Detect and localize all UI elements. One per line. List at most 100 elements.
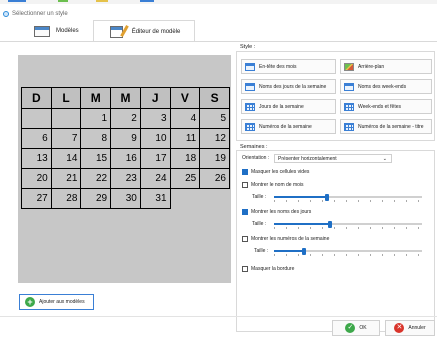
day-cell: 14 <box>50 148 82 169</box>
calendar-week-row: 12345 <box>21 108 230 129</box>
day-cell: 12 <box>199 128 230 149</box>
week-numbers-size-label: Taille : <box>254 248 269 254</box>
week-numbers-title-button[interactable]: Numéros de la semaine - titre <box>340 119 432 134</box>
weekday-header: V <box>169 87 201 109</box>
weekdays-button[interactable]: Jours de la semaine <box>241 99 336 114</box>
footer-divider <box>0 316 437 317</box>
hide-empty-cells-checkbox[interactable] <box>242 169 248 175</box>
ok-button[interactable]: ✓ OK <box>332 320 380 336</box>
chevron-down-icon: ⌄ <box>382 155 387 162</box>
weekdays-grid-icon <box>245 102 255 111</box>
day-cell: 29 <box>80 188 112 209</box>
weekdays-label: Jours de la semaine <box>259 103 304 110</box>
week-numbers-button[interactable]: Numéros de la semaine <box>241 119 336 134</box>
top-toolbar-strip <box>0 0 437 4</box>
day-cell: 25 <box>169 168 201 189</box>
day-cell: 26 <box>199 168 230 189</box>
show-day-names-option[interactable]: Montrer les noms des jours <box>242 209 311 215</box>
day-cell: 28 <box>50 188 82 209</box>
window-title: Sélectionner un style <box>3 9 68 19</box>
cancel-label: Annuler <box>408 325 426 331</box>
cancel-button[interactable]: ✕ Annuler <box>385 320 435 336</box>
editor-pen-icon <box>109 25 129 38</box>
day-cell: 17 <box>139 148 171 169</box>
show-week-numbers-option[interactable]: Montrer les numéros de la semaine <box>242 236 329 242</box>
weekday-header: M <box>110 87 141 109</box>
weekday-header: J <box>139 87 171 109</box>
add-to-templates-label: Ajouter aux modèles <box>39 299 85 305</box>
weekday-names-icon <box>245 82 255 91</box>
day-cell: 16 <box>110 148 141 169</box>
weekends-holidays-icon <box>344 102 354 111</box>
day-cell: 2 <box>110 108 141 129</box>
orientation-label: Orientation : <box>242 155 270 161</box>
orientation-row: Orientation : <box>242 155 269 161</box>
calendar-grid: D L M M J V S 1 2 3 4 5 6 7 8 9 10 11 12 13 14 15 16 17 18 19 20 21… <box>21 87 230 209</box>
tab-bar: Modèles Éditeur de modèle <box>18 20 196 42</box>
calendar-preview: D L M M J V S 1 2 3 4 5 6 7 8 9 10 11 12 13 14 15 16 17 18 19 20 21… <box>18 55 231 283</box>
hide-border-checkbox[interactable] <box>242 266 248 272</box>
weekend-names-button[interactable]: Noms des week-ends <box>340 79 432 94</box>
month-header-icon <box>245 62 255 71</box>
show-week-numbers-checkbox[interactable] <box>242 236 248 242</box>
orientation-select[interactable]: Présenter horizontalement ⌄ <box>274 154 392 163</box>
day-cell: 3 <box>139 108 171 129</box>
window-title-text: Sélectionner un style <box>12 11 68 17</box>
background-button[interactable]: Arrière-plan <box>340 59 432 74</box>
hide-empty-cells-option[interactable]: Masquer les cellules vides <box>242 169 309 175</box>
plus-icon: + <box>25 297 35 307</box>
empty-day-cell <box>50 108 82 129</box>
day-cell: 8 <box>80 128 112 149</box>
hide-border-option[interactable]: Masquer la bordure <box>242 266 294 272</box>
show-month-name-option[interactable]: Montrer le nom de mois <box>242 182 304 188</box>
calendar-week-row: 6 7 8 9 10 11 12 <box>21 128 230 149</box>
weekday-header: S <box>199 87 230 109</box>
week-numbers-icon <box>245 122 255 131</box>
tab-templates[interactable]: Modèles <box>18 20 93 42</box>
show-month-name-checkbox[interactable] <box>242 182 248 188</box>
calendar-week-row: 20 21 22 23 24 25 26 <box>21 168 230 189</box>
day-cell: 10 <box>139 128 171 149</box>
ok-label: OK <box>359 325 367 331</box>
day-cell: 15 <box>80 148 112 169</box>
day-cell: 18 <box>169 148 201 169</box>
tab-template-editor-label: Éditeur de modèle <box>131 28 181 35</box>
weekends-holidays-button[interactable]: Week-ends et fêtes <box>340 99 432 114</box>
week-numbers-title-label: Numéros de la semaine - titre <box>358 123 424 130</box>
empty-day-cell <box>21 108 52 129</box>
day-cell: 13 <box>21 148 52 169</box>
weekday-header: M <box>80 87 112 109</box>
close-icon: ✕ <box>394 323 405 333</box>
day-cell: 27 <box>21 188 52 209</box>
day-cell: 22 <box>80 168 112 189</box>
day-cell: 20 <box>21 168 52 189</box>
day-cell: 9 <box>110 128 141 149</box>
style-settings-panel: Style : En-tête des mois Arrière-plan No… <box>236 42 437 332</box>
day-cell: 24 <box>139 168 171 189</box>
day-cell: 31 <box>139 188 171 209</box>
style-icon <box>3 11 9 17</box>
weekend-names-icon <box>344 82 354 91</box>
show-day-names-checkbox[interactable] <box>242 209 248 215</box>
day-cell: 6 <box>21 128 52 149</box>
weekday-header: D <box>21 87 52 109</box>
tab-templates-label: Modèles <box>56 28 79 34</box>
week-numbers-size-slider[interactable] <box>274 248 422 256</box>
show-week-numbers-label: Montrer les numéros de la semaine <box>251 236 330 242</box>
day-cell: 4 <box>169 108 201 129</box>
hide-empty-cells-label: Masquer les cellules vides <box>251 169 310 175</box>
week-numbers-title-icon <box>344 122 354 131</box>
day-names-size-slider[interactable] <box>274 221 422 229</box>
style-group-label: Style : <box>240 44 256 50</box>
add-to-templates-button[interactable]: + Ajouter aux modèles <box>19 294 94 310</box>
month-name-size-slider[interactable] <box>274 194 422 202</box>
calendar-week-row: 27 28 29 30 31 <box>21 188 230 209</box>
day-cell: 11 <box>169 128 201 149</box>
weekday-header: L <box>50 87 82 109</box>
weekday-names-label: Noms des jours de la semaine <box>259 83 327 90</box>
month-header-button[interactable]: En-tête des mois <box>241 59 336 74</box>
weekday-names-button[interactable]: Noms des jours de la semaine <box>241 79 336 94</box>
day-cell: 21 <box>50 168 82 189</box>
month-header-label: En-tête des mois <box>259 63 297 70</box>
tab-template-editor[interactable]: Éditeur de modèle <box>92 20 196 42</box>
